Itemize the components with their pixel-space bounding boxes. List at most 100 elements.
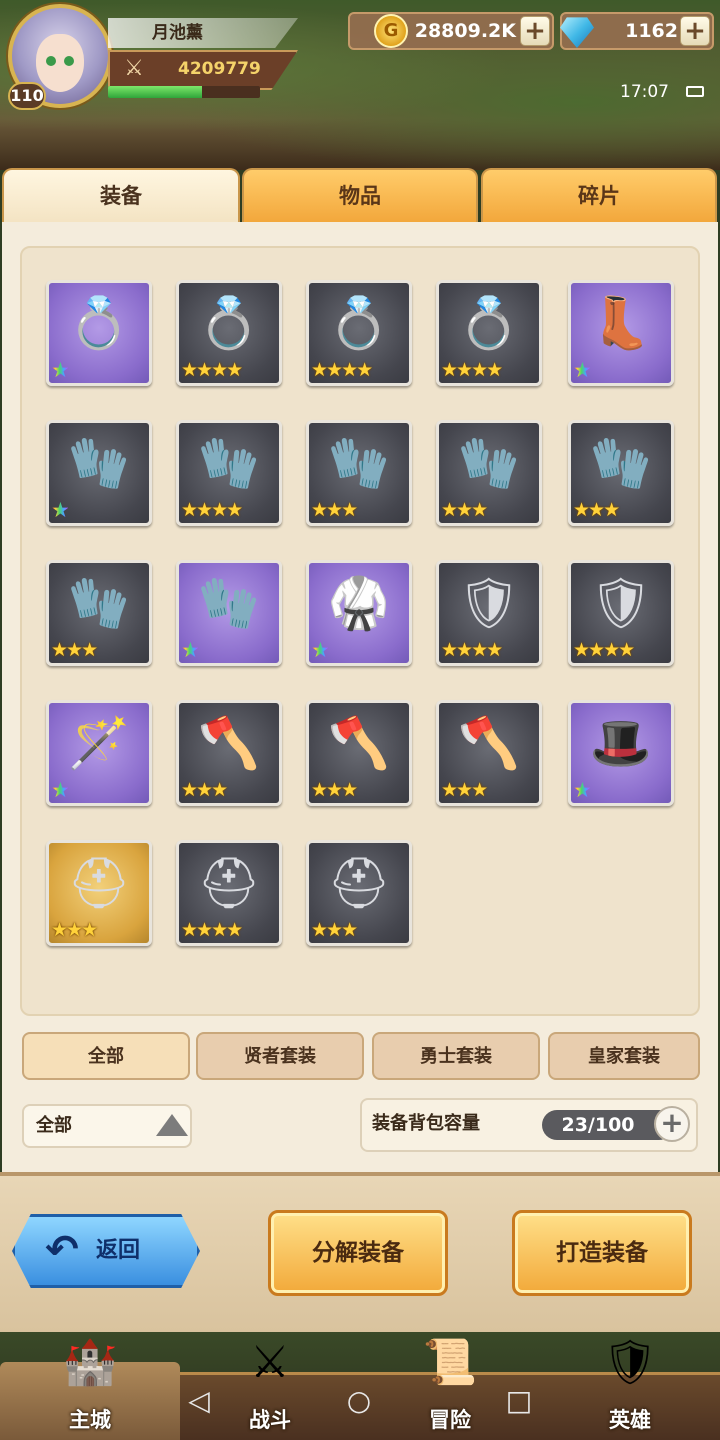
equipment-slot[interactable]: 🪄 ★ [46,700,152,806]
axe-icon: 🪓 [327,714,391,772]
wizard-hat-icon: 🎩 [589,714,653,772]
equipment-slot[interactable]: ⛑ ★★★ [306,840,412,946]
nav-battle[interactable]: 战斗 [225,1402,315,1438]
gauntlets-icon: 🧤 [327,434,391,492]
gauntlets-icon: 🧤 [67,434,131,492]
star-rating: ★ [573,778,592,802]
star-rating: ★★★ [311,499,358,521]
boots-icon: 👢 [589,294,653,352]
star-rating: ★★★ [441,779,488,801]
equipment-slot[interactable]: 🧤 ★★★ [306,420,412,526]
equipment-slot[interactable]: 🥋 ★ [306,560,412,666]
decompose-equipment-button[interactable]: 分解装备 [268,1210,448,1296]
equipment-slot[interactable]: 🧤 ★★★★ [176,420,282,526]
star-rating: ★ [51,498,70,522]
star-rating: ★★★★ [311,359,373,381]
nav-main-city[interactable]: 主城 [45,1402,135,1438]
gloves-icon: 🧤 [197,574,261,632]
equipment-slot[interactable]: 🪓 ★★★ [176,700,282,806]
robe-icon: 🥋 [327,574,391,632]
combat-power: 4209779 [178,59,261,79]
status-clock: 17:07 [620,82,669,102]
crossed-swords-nav-icon[interactable]: ⚔ [232,1330,308,1396]
avatar-face [36,34,84,92]
star-rating: ★★★ [441,499,488,521]
equipment-slot[interactable]: 🧤 ★★★ [46,560,152,666]
capacity-label: 装备背包容量 [372,1113,480,1134]
equipment-slot[interactable]: 💍 ★ [46,280,152,386]
equipment-slot[interactable]: ⛑ ★★★★ [176,840,282,946]
tab-fragments[interactable]: 碎片 [481,168,717,224]
system-home-icon[interactable]: ○ [342,1384,376,1418]
star-rating: ★★★ [51,919,98,941]
system-back-icon[interactable]: ◁ [182,1384,216,1418]
equipment-slot[interactable]: 🎩 ★ [568,700,674,806]
gold-amount: 28809.2K [414,20,516,42]
star-rating: ★ [51,778,70,802]
nav-adventure[interactable]: 冒险 [405,1402,495,1438]
add-gold-button[interactable]: + [520,16,550,46]
gauntlets-icon: 🧤 [457,434,521,492]
avatar-eye-right [64,56,74,66]
ring-icon: 💍 [457,294,521,352]
star-rating: ★★★★ [441,639,503,661]
equipment-slot[interactable]: 💍 ★★★★ [306,280,412,386]
star-rating: ★★★ [51,639,98,661]
equipment-slot[interactable]: 🧤 ★ [46,420,152,526]
equipment-slot[interactable]: 👢 ★ [568,280,674,386]
equipment-slot[interactable]: 💍 ★★★★ [436,280,542,386]
star-rating: ★★★★ [573,639,635,661]
gauntlets-icon: 🧤 [197,434,261,492]
tab-items[interactable]: 物品 [242,168,478,224]
adventure-scroll-icon[interactable]: 📜 [412,1330,488,1396]
tab-equipment[interactable]: 装备 [2,168,240,224]
ring-icon: 💍 [67,294,131,352]
exp-bar-fill [108,86,203,98]
axe-icon: 🪓 [457,714,521,772]
expand-capacity-button[interactable]: + [654,1106,690,1142]
star-rating: ★★★ [573,499,620,521]
equipment-slot[interactable]: 🪓 ★★★ [436,700,542,806]
caret-up-icon [156,1114,188,1136]
hero-crest-icon[interactable]: 🛡 [592,1330,668,1396]
helmet-icon: ⛑ [67,854,131,912]
equipment-slot[interactable]: 🛡 ★★★★ [436,560,542,666]
nav-hero[interactable]: 英雄 [585,1402,675,1438]
system-recents-icon[interactable]: □ [502,1384,536,1418]
equipment-slot[interactable]: 🧤 ★★★ [436,420,542,526]
star-rating: ★★★★ [181,499,243,521]
gold-coin-icon: G [374,14,408,48]
equipment-slot[interactable]: 🧤 ★★★ [568,420,674,526]
gauntlets-icon: 🧤 [67,574,131,632]
filter-sage-set[interactable]: 贤者套装 [196,1032,364,1080]
filter-royal-set[interactable]: 皇家套装 [548,1032,700,1080]
star-rating: ★★★ [311,919,358,941]
equipment-slot[interactable]: 🧤 ★ [176,560,282,666]
star-rating: ★ [51,358,70,382]
add-gems-button[interactable]: + [680,16,710,46]
star-rating: ★ [311,638,330,662]
ring-icon: 💍 [197,294,261,352]
gem-amount: 1162 [625,20,678,42]
equipment-slot[interactable]: 💍 ★★★★ [176,280,282,386]
battery-icon [686,86,704,97]
helmet-icon: ⛑ [327,854,391,912]
staff-icon: 🪄 [67,714,131,772]
exp-bar [108,86,260,98]
star-rating: ★★★ [311,779,358,801]
filter-all[interactable]: 全部 [22,1032,190,1080]
axe-icon: 🪓 [197,714,261,772]
back-button-label: 返回 [96,1238,141,1263]
main-city-icon[interactable]: 🏰 [52,1330,128,1396]
forge-equipment-button[interactable]: 打造装备 [512,1210,692,1296]
equipment-slot[interactable]: 🪓 ★★★ [306,700,412,806]
equipment-slot[interactable]: ⛑ ★★★ [46,840,152,946]
equipment-slot[interactable]: 🛡 ★★★★ [568,560,674,666]
chest-armor-icon: 🛡 [589,574,653,632]
star-rating: ★★★★ [181,359,243,381]
gauntlets-icon: 🧤 [589,434,653,492]
star-rating: ★ [181,638,200,662]
filter-warrior-set[interactable]: 勇士套装 [372,1032,540,1080]
star-rating: ★★★ [181,779,228,801]
star-rating: ★★★★ [441,359,503,381]
